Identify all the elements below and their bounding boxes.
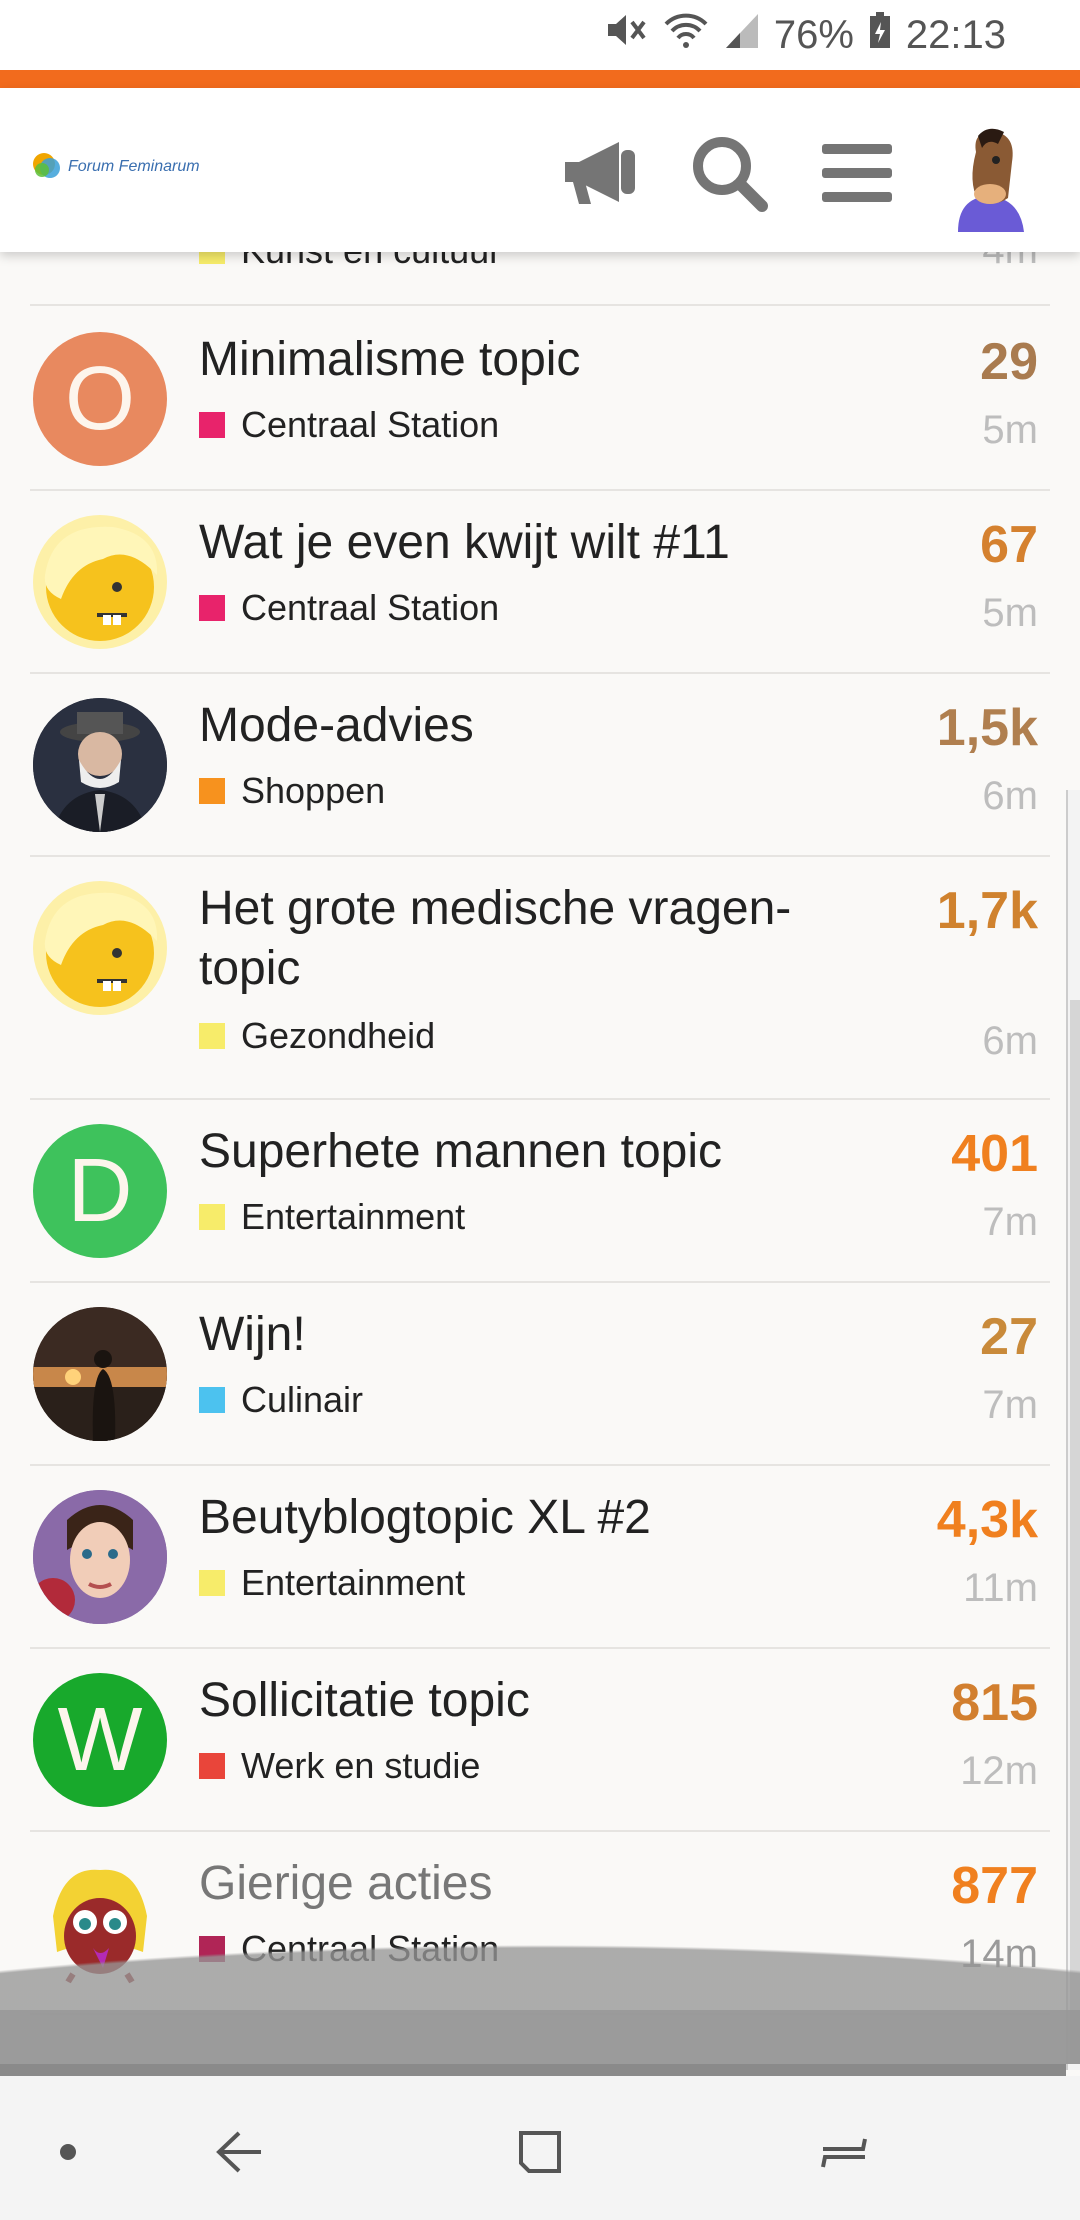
signal-icon: [724, 10, 760, 60]
scrollbar-thumb[interactable]: [1070, 1000, 1080, 2064]
reply-count[interactable]: 27: [980, 1307, 1038, 1367]
category-color-swatch: [199, 412, 225, 438]
avatar: D: [33, 1124, 167, 1258]
dot-icon[interactable]: [28, 2112, 108, 2192]
recents-icon[interactable]: [500, 2112, 580, 2192]
battery-icon: [868, 10, 892, 60]
topic-title[interactable]: Superhete mannen topic: [199, 1122, 879, 1182]
category-label: Gezondheid: [241, 1015, 436, 1056]
system-nav-bar: [0, 2076, 1080, 2220]
category-label: Centraal Station: [241, 1928, 500, 1969]
topic-age[interactable]: 12m: [960, 1749, 1038, 1794]
cartoon-avatar-icon: [33, 1856, 167, 1990]
category-color-swatch: [199, 1753, 225, 1779]
topic-category[interactable]: Centraal Station: [199, 1928, 499, 1970]
menu-icon[interactable]: [812, 128, 902, 218]
topic-title[interactable]: Wat je even kwijt wilt #11: [199, 513, 879, 573]
topic-category[interactable]: Entertainment: [199, 1196, 465, 1238]
clock: 22:13: [905, 12, 1006, 57]
reply-count[interactable]: 4,3k: [937, 1490, 1038, 1550]
photo-avatar-sunset-icon: [33, 1307, 167, 1441]
category-label: Entertainment: [241, 1562, 466, 1603]
mute-icon: [604, 10, 648, 60]
category-color-swatch: [199, 1387, 225, 1413]
topic-title[interactable]: Wijn!: [199, 1305, 879, 1365]
avatar: O: [33, 332, 167, 466]
reply-count[interactable]: 67: [980, 515, 1038, 575]
topic-row[interactable]: Wijn! Culinair 27 7m: [30, 1283, 1050, 1466]
user-avatar-icon[interactable]: [938, 122, 1038, 232]
topic-title[interactable]: Minimalisme topic: [199, 330, 879, 390]
topic-category[interactable]: Entertainment: [199, 1562, 465, 1604]
topic-title[interactable]: Sollicitatie topic: [199, 1671, 879, 1731]
announcement-icon[interactable]: [556, 128, 646, 218]
split-screen-icon[interactable]: [804, 2112, 884, 2192]
reply-count[interactable]: 877: [951, 1856, 1038, 1916]
category-color-swatch: [199, 1570, 225, 1596]
topic-title[interactable]: Beutyblogtopic XL #2: [199, 1488, 879, 1548]
photo-avatar-face-icon: [33, 1490, 167, 1624]
topic-row[interactable]: W Sollicitatie topic Werk en studie 815 …: [30, 1649, 1050, 1832]
topic-title[interactable]: Mode-advies: [199, 696, 879, 756]
loading-overlay-bottom: [0, 2010, 1080, 2064]
category-label: Centraal Station: [241, 404, 500, 445]
topic-row[interactable]: Het grote medische vragen-topic Gezondhe…: [30, 857, 1050, 1100]
topic-row[interactable]: Gierige acties Centraal Station 877 14m: [30, 1832, 1050, 2015]
avatar-letter: O: [64, 348, 135, 449]
topic-row[interactable]: Mode-advies Shoppen 1,5k 6m: [30, 674, 1050, 857]
search-icon[interactable]: [684, 128, 774, 218]
reply-count[interactable]: 401: [951, 1124, 1038, 1184]
app-header: Forum Feminarum: [0, 88, 1080, 252]
topic-category[interactable]: Centraal Station: [199, 587, 499, 629]
category-label: Centraal Station: [241, 587, 500, 628]
avatar-letter: D: [67, 1140, 133, 1241]
topic-age[interactable]: 11m: [963, 1566, 1038, 1611]
back-icon[interactable]: [198, 2112, 278, 2192]
speech-bubble-logo-icon: [33, 153, 60, 178]
topic-age[interactable]: 6m: [982, 1019, 1038, 1064]
topic-age[interactable]: 7m: [982, 1200, 1038, 1245]
topic-category[interactable]: Shoppen: [199, 770, 385, 812]
progress-line: [0, 2064, 1066, 2076]
topic-age[interactable]: 5m: [982, 591, 1038, 636]
avatar-letter: W: [57, 1689, 143, 1790]
category-label: Culinair: [241, 1379, 364, 1420]
reply-count[interactable]: 29: [980, 332, 1038, 392]
topic-age[interactable]: 6m: [982, 774, 1038, 819]
topic-category[interactable]: Culinair: [199, 1379, 363, 1421]
blonde-emoji-avatar-icon: [33, 515, 167, 649]
status-bar: 76% 22:13: [0, 0, 1080, 70]
avatar: W: [33, 1673, 167, 1807]
topic-age[interactable]: 14m: [960, 1932, 1038, 1977]
category-color-swatch: [199, 1936, 225, 1962]
topic-age[interactable]: 5m: [982, 408, 1038, 453]
reply-count[interactable]: 1,5k: [937, 698, 1038, 758]
topic-category[interactable]: Centraal Station: [199, 404, 499, 446]
category-label: Shoppen: [241, 770, 386, 811]
photo-avatar-man-hat-icon: [33, 698, 167, 832]
reply-count[interactable]: 1,7k: [937, 881, 1038, 941]
category-color-swatch: [199, 1023, 225, 1049]
topic-row[interactable]: D Superhete mannen topic Entertainment 4…: [30, 1100, 1050, 1283]
topic-title[interactable]: Gierige acties: [199, 1854, 879, 1914]
topic-category[interactable]: Werk en studie: [199, 1745, 480, 1787]
topic-row[interactable]: Beutyblogtopic XL #2 Entertainment 4,3k …: [30, 1466, 1050, 1649]
topic-row[interactable]: Wat je even kwijt wilt #11 Centraal Stat…: [30, 491, 1050, 674]
category-color-swatch: [199, 595, 225, 621]
category-label: Werk en studie: [241, 1745, 481, 1786]
category-label: Entertainment: [241, 1196, 466, 1237]
category-color-swatch: [199, 1204, 225, 1230]
blonde-emoji-avatar-icon: [33, 881, 167, 1015]
reply-count[interactable]: 815: [951, 1673, 1038, 1733]
battery-percent: 76%: [773, 12, 854, 57]
accent-bar: [0, 70, 1080, 88]
topic-title[interactable]: Het grote medische vragen-topic: [199, 879, 839, 999]
topic-category[interactable]: Gezondheid: [199, 1015, 435, 1057]
site-logo[interactable]: Forum Feminarum: [30, 150, 200, 184]
wifi-icon: [662, 10, 710, 60]
category-color-swatch: [199, 778, 225, 804]
topic-age[interactable]: 7m: [982, 1383, 1038, 1428]
topic-row[interactable]: O Minimalisme topic Centraal Station 29 …: [30, 308, 1050, 491]
logo-text: Forum Feminarum: [68, 158, 200, 175]
